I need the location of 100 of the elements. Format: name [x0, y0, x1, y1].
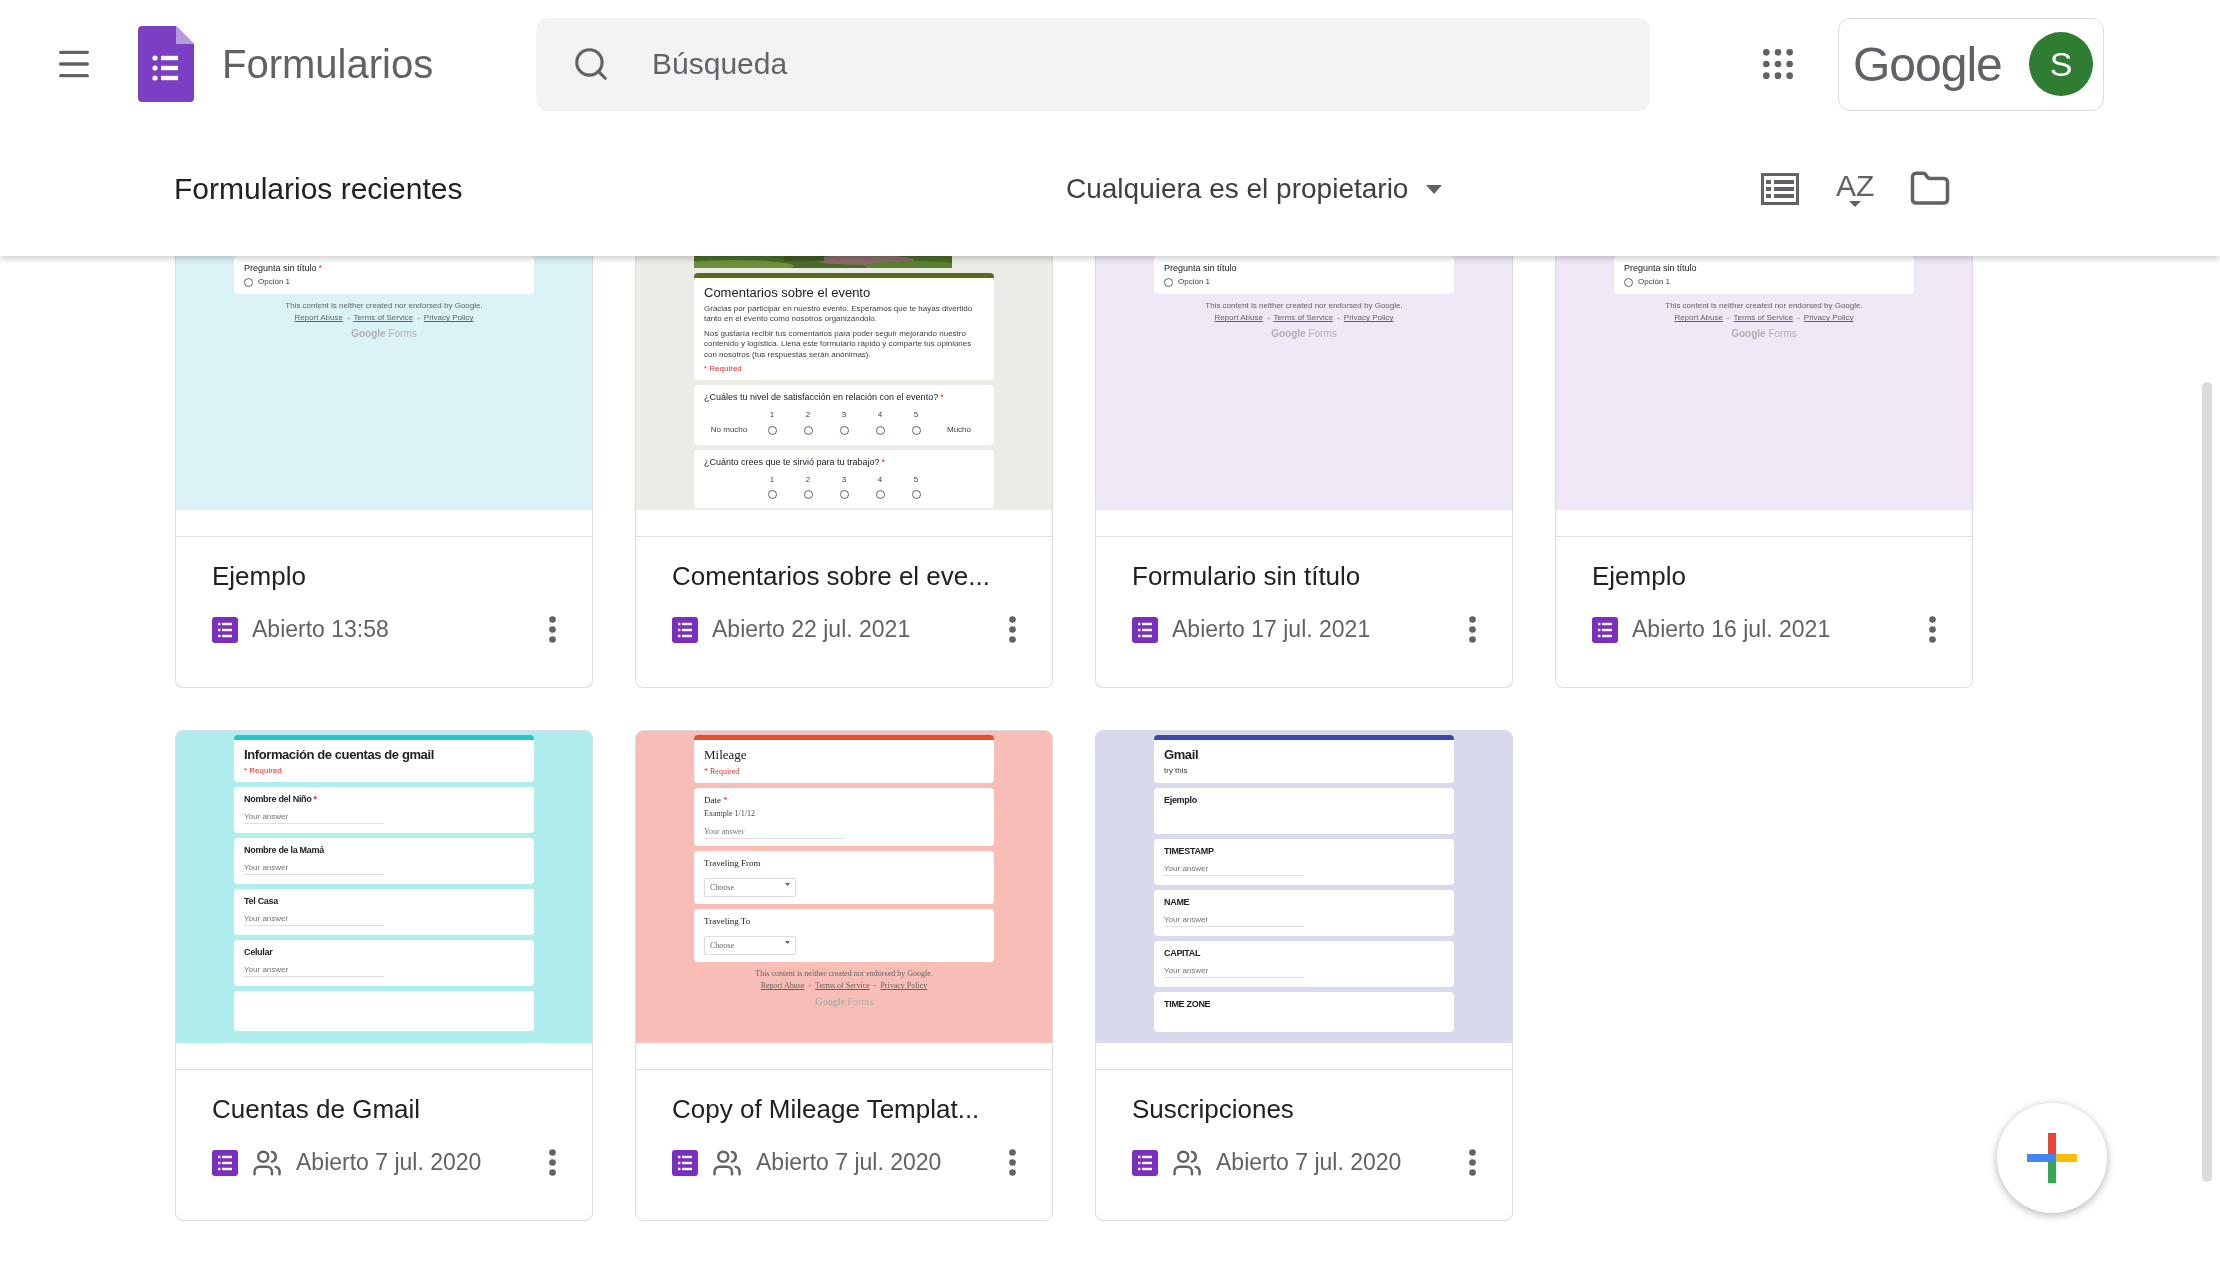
form-description: Nos gustaría recibir tus comentarios para poder seguir mejorando nuestro contenido y logística. Llena este formulario rápido y comparte tus opiniones con nosotros (tus respuestas serán anónimas).: [704, 328, 973, 360]
scale-number: 4: [877, 409, 883, 421]
form-icon: [1592, 616, 1618, 643]
answer-field: Your answer: [1164, 915, 1304, 928]
form-heading: Mileage: [704, 747, 748, 763]
form-title: Ejemplo: [1592, 561, 1687, 592]
plus-icon: [2027, 1133, 2077, 1183]
required-note: * Required: [244, 766, 283, 775]
answer-field: Your answer: [244, 812, 384, 824]
scale-number: 1: [769, 409, 775, 421]
footer-link[interactable]: Report Abuse: [1214, 313, 1263, 323]
form-card[interactable]: Pregunta sin título * Opción 1 This content is neither created nor endorsed by Google. Report Abuse - Terms of Service - Privacy Policy Google Forms Ejemplo Abierto 13:58: [175, 256, 593, 688]
form-title: Comentarios sobre el eve...: [672, 561, 991, 592]
footer-link[interactable]: Report Abuse: [1674, 313, 1723, 323]
answer-field: Your answer: [704, 827, 844, 840]
separator-text: -: [808, 981, 812, 991]
scale-label: Mucho: [947, 425, 971, 436]
footer-link[interactable]: Terms of Service: [1273, 313, 1334, 323]
footer-text: This content is neither created nor endorsed by Google.: [285, 301, 483, 311]
question-label: Nombre del Niño *: [244, 794, 318, 804]
owner-filter-dropdown[interactable]: Cualquiera es el propietario: [1066, 173, 1756, 205]
form-card[interactable]: Información de cuentas de gmail * Required Nombre del Niño * Your answer Nombre de la Mamá Your answer Tel Casa Your answer Celular Your answer Cuentas de Gmail Abierto 7 jul. 2020: [175, 730, 593, 1221]
question-label: Date *: [704, 795, 729, 805]
scrollbar[interactable]: [2202, 382, 2212, 1182]
form-title: Suscripciones: [1132, 1094, 1295, 1125]
separator-text: -: [873, 981, 877, 991]
form-icon: [1132, 1149, 1158, 1176]
caret-icon: [1849, 201, 1862, 207]
footer-link[interactable]: Terms of Service: [1733, 313, 1794, 323]
form-card[interactable]: Pregunta sin título Opción 1 This content is neither created nor endorsed by Google. Report Abuse - Terms of Service - Privacy Policy Google Forms Ejemplo Abierto 16 jul. 2021: [1555, 256, 1973, 688]
account-button[interactable]: Google S: [1838, 17, 2104, 111]
form-icon: [672, 1149, 698, 1176]
forms-logo: Google Forms: [1271, 328, 1337, 340]
more-vertical-icon: [1469, 616, 1476, 643]
question-label: Ejemplo: [1164, 795, 1198, 806]
forms-logo: Google Forms: [1731, 328, 1797, 340]
form-card[interactable]: Pregunta sin título Opción 1 This content is neither created nor endorsed by Google. Report Abuse - Terms of Service - Privacy Policy Google Forms Formulario sin título Abierto 17 jul. 2021: [1095, 256, 1513, 688]
avatar: S: [2029, 32, 2093, 96]
scale-number: 1: [769, 474, 775, 486]
scale-label: No mucho: [710, 425, 748, 436]
form-icon: [672, 616, 698, 643]
list-view-icon: [1761, 173, 1799, 205]
form-title: Formulario sin título: [1132, 561, 1362, 592]
separator-text: -: [1726, 313, 1730, 323]
scale-number: 2: [805, 474, 811, 486]
opened-date: Abierto 7 jul. 2020: [756, 1149, 943, 1176]
opened-date: Abierto 13:58: [252, 616, 390, 643]
footer-link[interactable]: Terms of Service: [815, 981, 870, 991]
footer-link[interactable]: Report Abuse: [760, 981, 805, 991]
separator-text: -: [346, 313, 350, 323]
question-label: Celular: [244, 947, 274, 957]
separator-text: -: [417, 313, 420, 323]
answer-field: Your answer: [244, 863, 384, 875]
opened-date: Abierto 22 jul. 2021: [712, 616, 912, 643]
scale-number: 3: [841, 409, 847, 421]
search-field[interactable]: Búsqueda: [650, 46, 1650, 82]
separator-text: -: [1797, 313, 1800, 323]
footer-link[interactable]: Privacy Policy: [1803, 313, 1854, 323]
form-heading: Gmail: [1164, 747, 1200, 762]
footer-link[interactable]: Report Abuse: [294, 313, 343, 323]
opened-date: Abierto 17 jul. 2021: [1172, 616, 1372, 643]
question-label: TIMESTAMP: [1164, 846, 1215, 857]
create-button[interactable]: [1997, 1103, 2107, 1213]
search-box[interactable]: Búsqueda: [536, 17, 1650, 111]
form-card[interactable]: [635, 730, 1053, 1221]
option-label: Opción 1: [1178, 277, 1211, 288]
opened-date: Abierto 7 jul. 2020: [296, 1149, 483, 1176]
scale-number: 4: [877, 474, 883, 486]
footer-text: This content is neither created nor endorsed by Google.: [1205, 301, 1403, 311]
question-label: TIME ZONE: [1164, 999, 1212, 1010]
more-vertical-icon: [549, 1149, 556, 1176]
footer-link[interactable]: Privacy Policy: [1343, 313, 1394, 323]
question-label: Traveling To: [704, 916, 752, 927]
answer-field: Your answer: [244, 914, 384, 926]
question-label: Nombre de la Mamá: [244, 845, 326, 855]
question-label: NAME: [1164, 897, 1191, 908]
question-label: Tel Casa: [244, 896, 280, 906]
form-card[interactable]: Gmail try this Ejemplo TIMESTAMP Your answer NAME Your answer CAPITAL Your answer TIME ZONE Suscripciones Abierto 7 jul. 2020: [1095, 730, 1513, 1221]
caret-icon: [785, 883, 790, 887]
footer-link[interactable]: Terms of Service: [353, 313, 414, 323]
sort-button[interactable]: AZ: [1830, 171, 1881, 207]
brand-label: Google: [1853, 36, 2002, 92]
option-label: Opción 1: [1638, 277, 1671, 288]
search-icon: [572, 45, 610, 83]
question-hint: Example 1/1/12: [704, 809, 756, 820]
forms-logo: Google Forms: [351, 328, 417, 340]
question-label: Pregunta sin título *: [244, 263, 324, 273]
form-icon: [212, 616, 238, 643]
form-card[interactable]: [635, 256, 1053, 688]
footer-text: This content is neither created nor endorsed by Google.: [1665, 301, 1863, 311]
form-description: Gracias por participar en nuestro evento. Esperamos que te hayas divertido tanto en el evento como nosotros organizándolo.: [704, 304, 974, 325]
question-label: Traveling From: [704, 858, 762, 869]
separator-text: -: [1337, 313, 1340, 323]
question-label: Pregunta sin título: [1164, 263, 1238, 273]
form-title: Cuentas de Gmail: [212, 1094, 422, 1125]
form-heading: Comentarios sobre el evento: [704, 285, 872, 300]
footer-link[interactable]: Privacy Policy: [880, 981, 928, 991]
footer-link[interactable]: Privacy Policy: [423, 313, 474, 323]
form-icon: [212, 1149, 238, 1176]
answer-field: Your answer: [244, 965, 384, 977]
